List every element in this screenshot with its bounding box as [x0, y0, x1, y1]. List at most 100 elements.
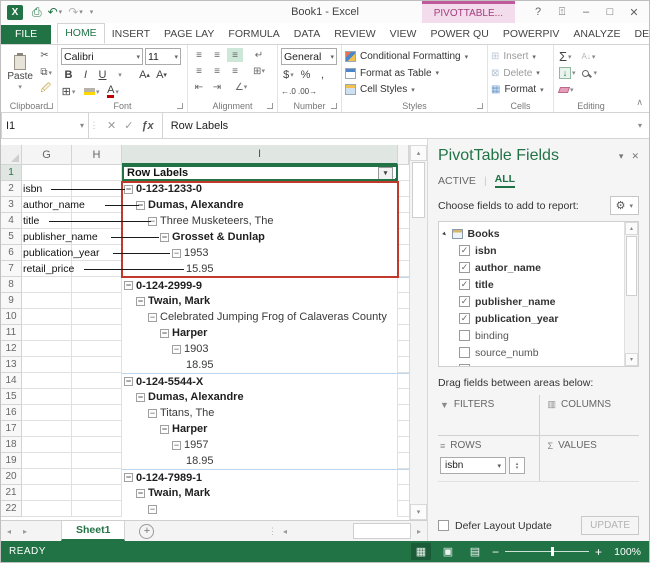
bottom-align-button[interactable]: ≡ [227, 48, 243, 62]
row-number[interactable]: 14 [1, 373, 22, 389]
comma-style-button[interactable]: , [315, 67, 330, 82]
cell[interactable] [72, 341, 122, 357]
font-dialog-launcher-icon[interactable] [177, 103, 183, 109]
cell[interactable] [22, 389, 72, 405]
align-right-button[interactable]: ≡ [227, 64, 243, 78]
autosum-button[interactable]: Σ ▾ [559, 49, 576, 64]
collapse-button[interactable]: − [172, 440, 181, 450]
tab-page-layout[interactable]: PAGE LAY [157, 25, 221, 44]
underline-options-button[interactable]: ▾ [112, 67, 127, 82]
cell[interactable]: retail_price [22, 261, 74, 277]
checkbox-checked[interactable]: ✓ [459, 313, 470, 324]
sheet-tab-sheet1[interactable]: Sheet1 [61, 521, 126, 541]
tab-home[interactable]: HOME [57, 23, 105, 44]
row-number[interactable]: 21 [1, 485, 22, 501]
field-list-scrollbar[interactable]: ▴ ▾ [624, 222, 638, 366]
cell[interactable] [72, 453, 122, 469]
view-page-layout-icon[interactable]: ▣ [438, 543, 458, 560]
insert-cells-button[interactable]: ⊞ Insert ▾ [491, 49, 544, 64]
field-item-binding[interactable]: binding [445, 327, 624, 344]
cell[interactable] [22, 469, 72, 485]
pivot-cell[interactable]: − Dumas, Alexandre [122, 389, 398, 405]
row-number[interactable]: 17 [1, 421, 22, 437]
merge-center-button[interactable]: ⊞ ▾ [251, 64, 267, 78]
row-number[interactable]: 13 [1, 357, 22, 373]
tab-power-query[interactable]: POWER QU [423, 25, 495, 44]
italic-button[interactable]: I [78, 67, 93, 82]
undo-button[interactable]: ↶ ▾ [45, 5, 66, 19]
tab-analyze[interactable]: ANALYZE [566, 25, 627, 44]
new-sheet-button[interactable]: + [139, 523, 155, 539]
sort-filter-button[interactable]: A↓ ▾ [582, 49, 598, 64]
close-button[interactable]: ✕ [623, 6, 645, 19]
alignment-dialog-launcher-icon[interactable] [267, 103, 273, 109]
pivot-cell[interactable]: − Twain, Mark [122, 485, 398, 501]
fill-button[interactable]: ↓ ▾ [559, 66, 576, 81]
increase-indent-button[interactable]: ⇥ [209, 80, 225, 94]
format-cells-button[interactable]: ▦ Format ▾ [491, 82, 544, 97]
cell[interactable] [22, 437, 72, 453]
row-number[interactable]: 18 [1, 437, 22, 453]
cell[interactable] [22, 165, 72, 181]
collapse-button[interactable]: − [160, 328, 169, 338]
cell[interactable] [398, 389, 409, 405]
pivot-cell[interactable]: −0-124-5544-X [122, 373, 398, 389]
pivot-cell[interactable]: −1903 [122, 341, 398, 357]
number-format-combo[interactable]: General ▾ [281, 48, 337, 65]
row-labels-filter-button[interactable]: ▾ [378, 167, 393, 179]
cut-button[interactable]: ✂ [38, 48, 54, 63]
column-header-h[interactable]: H [72, 145, 122, 165]
cell[interactable] [72, 405, 122, 421]
number-dialog-launcher-icon[interactable] [331, 103, 337, 109]
cell[interactable] [22, 325, 72, 341]
rows-area[interactable]: ≡ ROWS isbn ▾ ▴ ▾ [438, 435, 539, 481]
cell[interactable] [398, 469, 409, 485]
decrease-indent-button[interactable]: ⇤ [191, 80, 207, 94]
cell-styles-button[interactable]: Cell Styles ▾ [345, 82, 468, 97]
cell[interactable] [398, 197, 409, 213]
row-number[interactable]: 19 [1, 453, 22, 469]
cell[interactable] [72, 437, 122, 453]
cell[interactable]: publisher_name [22, 229, 98, 245]
row-number[interactable]: 9 [1, 293, 22, 309]
scroll-right-icon[interactable]: ▸ [411, 521, 427, 541]
tab-file[interactable]: FILE [1, 25, 52, 44]
cell[interactable] [22, 501, 72, 517]
field-item-isbn[interactable]: ✓ isbn [445, 242, 624, 259]
tab-insert[interactable]: INSERT [105, 25, 157, 44]
row-number[interactable]: 1 [1, 165, 22, 181]
collapse-button[interactable]: − [124, 473, 133, 482]
checkbox-unchecked[interactable] [459, 330, 470, 341]
column-header-partial[interactable] [398, 145, 409, 165]
checkbox-checked[interactable]: ✓ [459, 279, 470, 290]
cell[interactable] [398, 293, 409, 309]
row-number[interactable]: 12 [1, 341, 22, 357]
cell[interactable] [398, 341, 409, 357]
save-button[interactable]: ⎙ [29, 5, 45, 20]
scroll-up-icon[interactable]: ▴ [625, 222, 638, 235]
checkbox-checked[interactable]: ✓ [459, 245, 470, 256]
pivot-cell[interactable]: −0-124-7989-1 [122, 469, 398, 485]
tree-expand-icon[interactable]: ▸ [441, 229, 449, 237]
cell[interactable] [398, 229, 409, 245]
cell[interactable] [398, 485, 409, 501]
collapse-ribbon-button[interactable]: ∧ [636, 97, 643, 108]
underline-button[interactable]: U [95, 67, 110, 82]
vertical-scrollbar[interactable]: ▴ ▾ [409, 145, 427, 520]
cell[interactable]: publication_year [22, 245, 99, 261]
scroll-up-icon[interactable]: ▴ [410, 145, 427, 161]
expand-formula-bar-button[interactable]: ▾ [631, 113, 649, 138]
zoom-level[interactable]: 100% [609, 546, 641, 558]
cell[interactable] [22, 341, 72, 357]
pivot-header-cell-selected[interactable]: Row Labels ▾ [122, 165, 398, 181]
view-normal-icon[interactable]: ▦ [410, 543, 431, 560]
cell[interactable] [22, 293, 72, 309]
tab-splitter[interactable]: ⋮ [268, 521, 277, 541]
pane-tab-active[interactable]: ACTIVE [438, 175, 476, 187]
cell[interactable] [398, 453, 409, 469]
field-item-source-numb[interactable]: source_numb [445, 344, 624, 361]
tab-view[interactable]: VIEW [383, 25, 424, 44]
name-box[interactable]: I1 ▾ [1, 113, 89, 138]
checkbox-checked[interactable]: ✓ [459, 262, 470, 273]
rows-field-move-button[interactable]: ▴ ▾ [509, 457, 525, 474]
